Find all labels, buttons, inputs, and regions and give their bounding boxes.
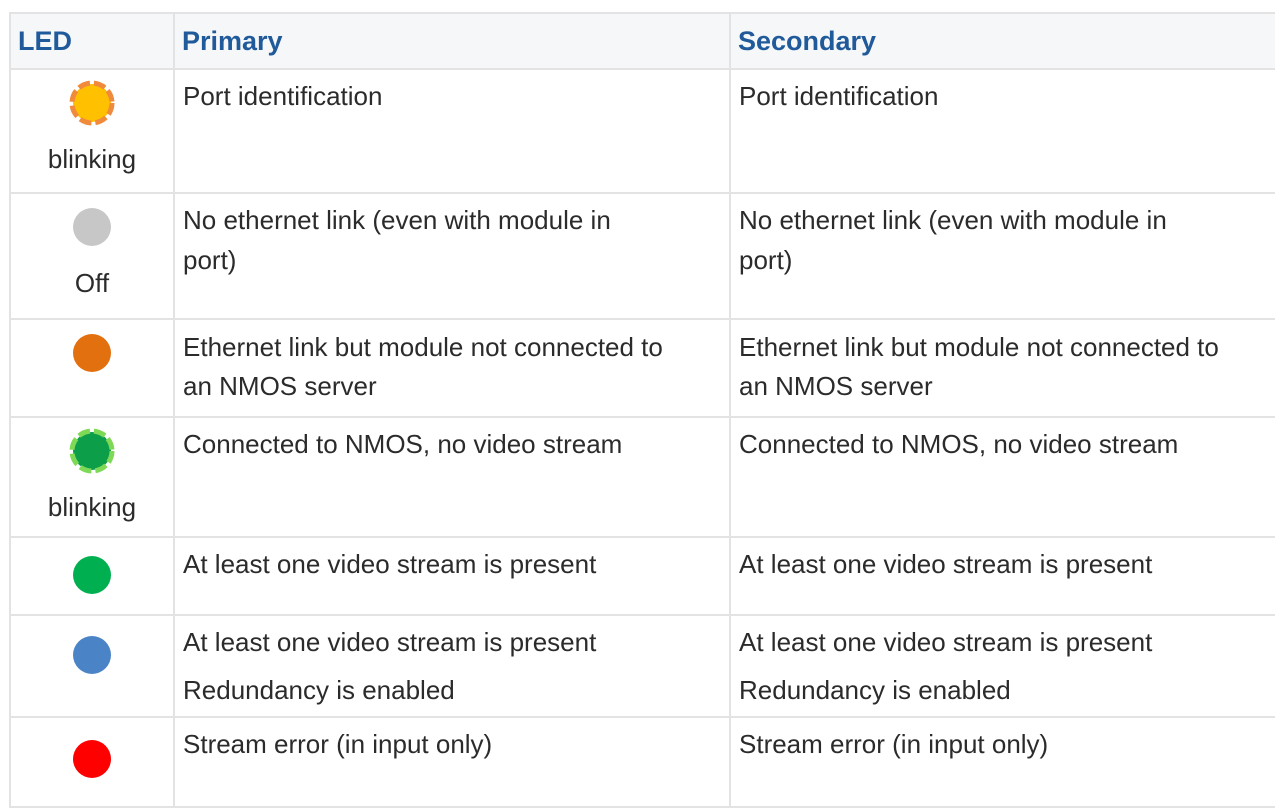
table-row: blinking Connected to NMOS, no video str… — [9, 416, 1275, 538]
led-cell — [9, 536, 175, 616]
primary-description: Stream error (in input only) — [173, 716, 731, 808]
primary-description: Connected to NMOS, no video stream — [173, 416, 731, 538]
led-blue-icon — [73, 636, 111, 674]
description-line: At least one video stream is present — [739, 549, 1153, 579]
led-caption: blinking — [47, 144, 137, 174]
primary-description: At least one video stream is present — [173, 536, 731, 616]
description-line: Connected to NMOS, no video stream — [183, 429, 623, 459]
primary-description: Port identification — [173, 68, 731, 194]
led-cell: blinking — [9, 416, 175, 538]
blink-ring — [69, 80, 115, 126]
description-line: No ethernet link (even with module in — [739, 205, 1167, 235]
led-cell: Off — [9, 192, 175, 320]
table-row: Ethernet link but module not connected t… — [9, 318, 1275, 418]
header-secondary: Secondary — [729, 12, 1275, 70]
led-cell — [9, 318, 175, 418]
header-primary: Primary — [173, 12, 731, 70]
led-cell — [9, 716, 175, 808]
table-row: Off No ethernet link (even with module i… — [9, 192, 1275, 320]
table-row: Stream error (in input only) Stream erro… — [9, 716, 1275, 808]
description-line: Redundancy is enabled — [739, 675, 1011, 705]
description-line: port) — [183, 245, 237, 275]
primary-description: No ethernet link (even with module in po… — [173, 192, 731, 320]
table-row: blinking Port identification Port identi… — [9, 68, 1275, 194]
primary-description: Ethernet link but module not connected t… — [173, 318, 731, 418]
led-cell: blinking — [9, 68, 175, 194]
table-header-row: LED Primary Secondary — [9, 12, 1275, 70]
description-line: port) — [739, 245, 793, 275]
description-line: At least one video stream is present — [183, 549, 597, 579]
description-line: Stream error (in input only) — [183, 729, 493, 759]
description-line: an NMOS server — [739, 371, 933, 401]
led-status-table: LED Primary Secondary blinking Port iden… — [9, 12, 1275, 808]
table-row: At least one video stream is present Red… — [9, 614, 1275, 718]
description-line: Ethernet link but module not connected t… — [183, 332, 663, 362]
description-line: At least one video stream is present — [183, 627, 597, 657]
table-row: At least one video stream is present At … — [9, 536, 1275, 616]
secondary-description: Ethernet link but module not connected t… — [729, 318, 1275, 418]
description-line: Stream error (in input only) — [739, 729, 1049, 759]
description-line: Ethernet link but module not connected t… — [739, 332, 1219, 362]
led-orange-icon — [73, 334, 111, 372]
led-yellow-blinking-icon — [69, 80, 115, 126]
secondary-description: Connected to NMOS, no video stream — [729, 416, 1275, 538]
description-line: No ethernet link (even with module in — [183, 205, 611, 235]
blink-ring — [69, 428, 115, 474]
led-caption: blinking — [47, 492, 137, 522]
led-red-icon — [73, 740, 111, 778]
secondary-description: At least one video stream is present — [729, 536, 1275, 616]
led-gray-off-icon — [73, 208, 111, 246]
secondary-description: Stream error (in input only) — [729, 716, 1275, 808]
primary-description: At least one video stream is present Red… — [173, 614, 731, 718]
led-green-icon — [73, 556, 111, 594]
description-line: Port identification — [739, 81, 939, 111]
description-line: Port identification — [183, 81, 383, 111]
secondary-description: At least one video stream is present Red… — [729, 614, 1275, 718]
description-line: At least one video stream is present — [739, 627, 1153, 657]
led-caption: Off — [74, 268, 110, 298]
led-cell — [9, 614, 175, 718]
header-led: LED — [9, 12, 175, 70]
description-line: an NMOS server — [183, 371, 377, 401]
secondary-description: No ethernet link (even with module in po… — [729, 192, 1275, 320]
secondary-description: Port identification — [729, 68, 1275, 194]
led-green-blinking-icon — [69, 428, 115, 474]
description-line: Connected to NMOS, no video stream — [739, 429, 1179, 459]
description-line: Redundancy is enabled — [183, 675, 455, 705]
